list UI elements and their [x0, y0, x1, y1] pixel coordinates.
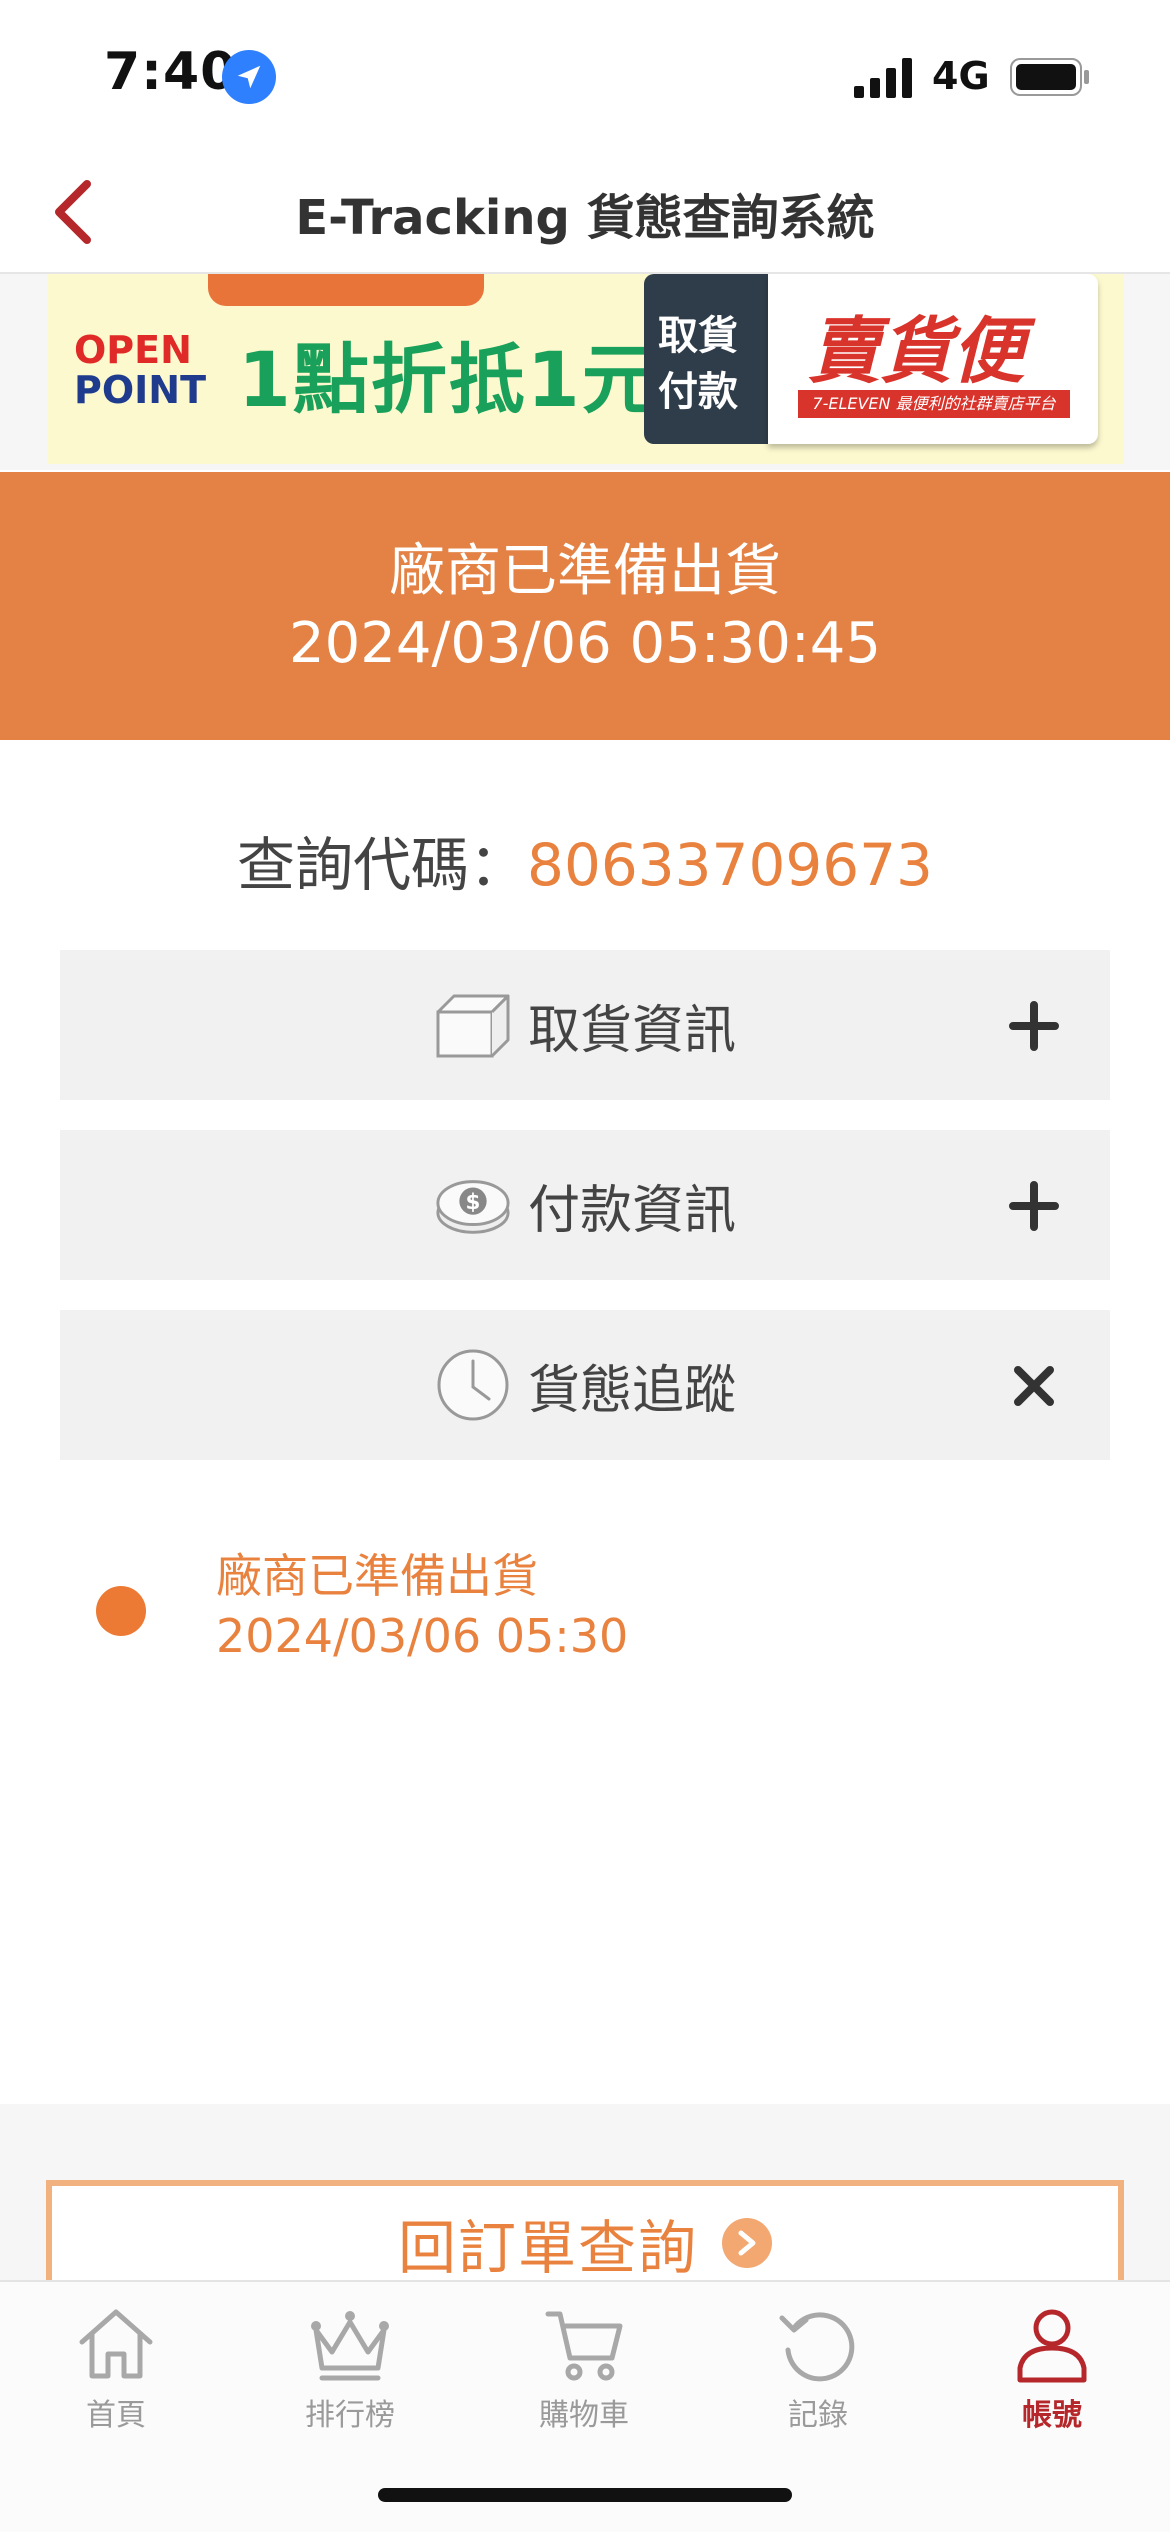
brand-logo: 賣貨便 7-ELEVEN 最便利的社群賣店平台 — [768, 274, 1098, 444]
tab-home[interactable]: 首頁 — [16, 2296, 216, 2436]
clock-icon — [434, 1346, 512, 1424]
history-icon — [779, 2312, 855, 2382]
crown-icon — [311, 2311, 389, 2381]
accordion-label: 取貨資訊 — [527, 1000, 736, 1061]
location-arrow-icon — [222, 50, 276, 104]
tab-ranking[interactable]: 排行榜 — [250, 2296, 450, 2436]
accordion-label: 付款資訊 — [527, 1180, 736, 1241]
return-label: 回訂單查詢 — [397, 2214, 698, 2282]
timeline-datetime: 2024/03/06 05:30 — [216, 1609, 629, 1663]
pickup-info-accordion[interactable]: 取貨資訊 — [60, 950, 1110, 1100]
plus-icon[interactable] — [1004, 996, 1064, 1056]
accordion-label: 貨態追蹤 — [527, 1360, 736, 1421]
tab-account[interactable]: 帳號 — [952, 2296, 1152, 2436]
battery-icon — [1010, 58, 1089, 96]
promo-text: 1點折抵1元 — [238, 335, 660, 424]
query-code-row: 查詢代碼：80633709673 — [0, 818, 1170, 902]
timeline-item: 廠商已準備出貨 2024/03/06 05:30 — [216, 1546, 628, 1666]
chevron-right-icon — [722, 2218, 772, 2268]
payment-info-accordion[interactable]: $ 付款資訊 — [60, 1130, 1110, 1280]
status-time: 7:40 — [104, 42, 238, 102]
page-title: E-Tracking 貨態查詢系統 — [295, 190, 875, 246]
banner-tab — [208, 274, 484, 306]
tracking-accordion[interactable]: 貨態追蹤 — [60, 1310, 1110, 1460]
status-bar: 7:40 4G — [0, 0, 1170, 150]
banner-area: OPEN POINT 1點折抵1元 取貨 付款 賣貨便 7-ELEVEN 最便利… — [0, 274, 1170, 470]
status-datetime: 2024/03/06 05:30:45 — [288, 611, 882, 676]
cellular-signal-icon — [854, 58, 912, 98]
svg-text:$: $ — [466, 1190, 481, 1215]
pickup-pay-label: 取貨 付款 — [644, 274, 768, 444]
query-label: 查詢代碼： — [237, 831, 528, 899]
status-title: 廠商已準備出貨 — [389, 539, 781, 604]
tab-cart[interactable]: 購物車 — [484, 2296, 684, 2436]
close-icon[interactable] — [1004, 1356, 1064, 1416]
home-icon — [79, 2309, 153, 2379]
timeline-status: 廠商已準備出貨 — [216, 1549, 538, 1603]
shipment-status-banner: 廠商已準備出貨 2024/03/06 05:30:45 — [0, 472, 1170, 740]
openpoint-logo: OPEN POINT — [74, 328, 207, 412]
plus-icon[interactable] — [1004, 1176, 1064, 1236]
network-type: 4G — [932, 54, 990, 98]
box-icon — [434, 986, 512, 1064]
nav-header: E-Tracking 貨態查詢系統 — [0, 150, 1170, 274]
promo-banner[interactable]: OPEN POINT 1點折抵1元 取貨 付款 賣貨便 7-ELEVEN 最便利… — [48, 274, 1124, 464]
query-code: 80633709673 — [527, 831, 933, 899]
home-indicator[interactable] — [378, 2488, 792, 2502]
account-icon — [1017, 2309, 1087, 2383]
coin-icon: $ — [434, 1166, 512, 1244]
cart-icon — [545, 2311, 623, 2381]
timeline-dot — [96, 1586, 146, 1636]
tab-history[interactable]: 記錄 — [718, 2296, 918, 2436]
